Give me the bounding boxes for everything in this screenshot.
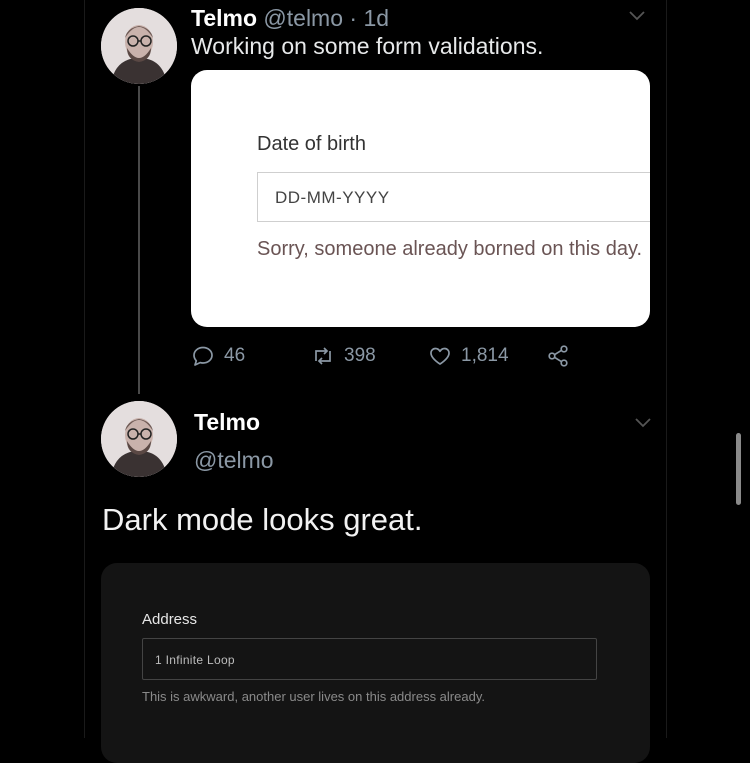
author-name[interactable]: Telmo (191, 5, 257, 31)
separator-dot: · (349, 5, 358, 31)
heart-icon (430, 347, 450, 365)
reply-count: 46 (224, 345, 246, 366)
validation-error-text: This is awkward, another user lives on t… (142, 689, 485, 704)
chevron-down-icon[interactable] (634, 417, 652, 429)
avatar[interactable] (101, 401, 177, 477)
reply-icon (193, 346, 213, 366)
share-icon (548, 345, 568, 367)
date-of-birth-field: DD-MM-YYYY (257, 172, 650, 222)
tweet-text: Dark mode looks great. (102, 502, 423, 537)
avatar-photo (101, 401, 177, 477)
avatar-photo (101, 8, 177, 84)
retweet-icon (315, 347, 331, 365)
tweet-action-bar: 46 398 1,814 (191, 343, 591, 369)
like-button[interactable]: 1,814 (428, 343, 509, 369)
avatar[interactable] (101, 8, 177, 84)
retweet-button[interactable]: 398 (311, 343, 376, 369)
form-label-address: Address (142, 611, 198, 628)
scrollbar-thumb[interactable] (736, 433, 741, 505)
chevron-down-icon[interactable] (628, 10, 646, 22)
author-name[interactable]: Telmo (194, 409, 260, 436)
tweet-header: Telmo @telmo · 1d (191, 4, 389, 32)
reply-button[interactable]: 46 (191, 343, 245, 369)
timeline-left-border (84, 0, 85, 738)
address-field: 1 Infinite Loop (142, 638, 597, 680)
author-handle[interactable]: @telmo (263, 5, 343, 31)
tweet-text: Working on some form validations. (191, 33, 544, 59)
timeline-right-border (666, 0, 667, 738)
tweet-media-image[interactable]: Date of birth DD-MM-YYYY Sorry, someone … (191, 70, 650, 327)
author-handle[interactable]: @telmo (194, 447, 274, 474)
validation-error-text: Sorry, someone already borned on this da… (257, 238, 643, 260)
retweet-count: 398 (344, 345, 376, 366)
like-count: 1,814 (461, 345, 509, 366)
thread-connector-line (138, 86, 140, 394)
tweet-timestamp[interactable]: 1d (363, 5, 389, 31)
share-button[interactable] (546, 343, 570, 369)
tweet-media-image[interactable]: Address 1 Infinite Loop This is awkward,… (101, 563, 650, 763)
form-label-date-of-birth: Date of birth (257, 133, 366, 155)
